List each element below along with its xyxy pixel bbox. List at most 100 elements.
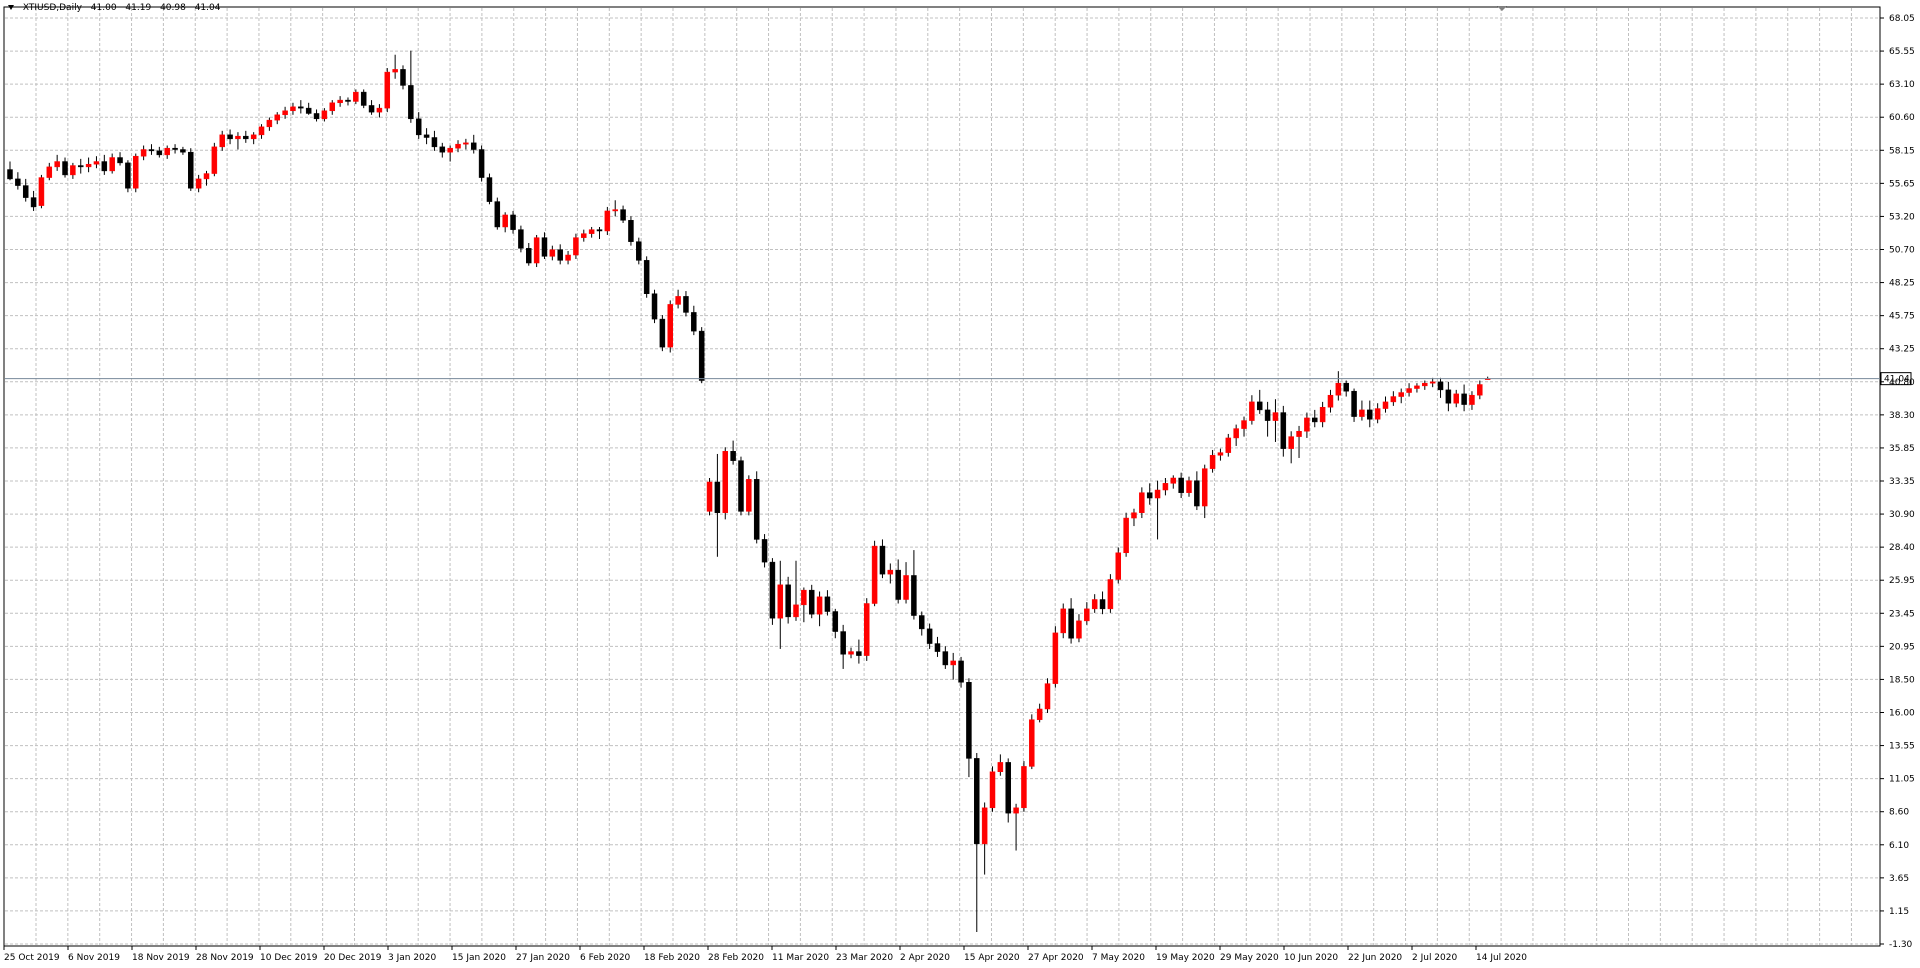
candle-body: [950, 660, 956, 666]
candle-body: [604, 210, 611, 232]
time-axis[interactable]: 25 Oct 2019 6 Nov 2019 18 Nov 2019 28 Nov 2…: [3, 946, 1527, 963]
y-tick-label: 18.50: [1889, 675, 1915, 685]
candle-body: [400, 69, 406, 86]
chart-menu-triangle-icon[interactable]: [8, 5, 14, 10]
candle-body: [785, 584, 791, 618]
candle-body: [250, 134, 257, 140]
candle-body: [298, 106, 304, 109]
candle-body: [887, 569, 894, 575]
price-axis[interactable]: 68.05 65.55 63.10 60.60 58.15 55.65 53.20 50.70…: [1880, 14, 1915, 950]
y-tick-label: 30.90: [1889, 510, 1915, 520]
candle-body: [730, 451, 736, 461]
candle-body: [1201, 468, 1208, 507]
candle-body: [659, 318, 666, 348]
candle-body: [431, 137, 438, 148]
candle-body: [1445, 389, 1452, 404]
candle-body: [1296, 431, 1302, 437]
candle-body: [777, 584, 784, 619]
y-tick-label: 38.30: [1889, 411, 1915, 421]
candle-body: [1154, 489, 1161, 499]
candle-body: [470, 142, 477, 150]
x-tick-label: 27 Apr 2020: [1028, 953, 1084, 963]
y-tick-label: 60.60: [1889, 113, 1915, 123]
high-value: 41.19: [125, 3, 152, 13]
candle-body: [1351, 390, 1357, 417]
candle-body: [423, 134, 430, 138]
candle-body: [235, 135, 241, 140]
candle-body: [1217, 452, 1224, 456]
candle-body: [30, 197, 37, 208]
x-tick-label: 15 Apr 2020: [964, 953, 1020, 963]
y-tick-label: 13.55: [1889, 742, 1915, 752]
candle-body: [997, 762, 1004, 773]
y-tick-label: 45.75: [1889, 312, 1915, 322]
x-tick-label: 20 Dec 2019: [324, 953, 382, 963]
candle-body: [290, 106, 296, 112]
candle-body: [793, 604, 799, 618]
y-tick-label: 65.55: [1889, 47, 1915, 57]
y-tick-label: 53.20: [1889, 212, 1915, 222]
candle-body: [1005, 762, 1011, 814]
x-tick-label: 6 Nov 2019: [68, 953, 120, 963]
candle-body: [942, 651, 949, 666]
x-tick-label: 2 Apr 2020: [900, 953, 950, 963]
chart-window[interactable]: 41.04 68.05 65.55 63.10 60.60 58.15 55.65 53.2…: [0, 0, 1920, 968]
candle-body: [840, 631, 846, 655]
candle-body: [612, 209, 618, 212]
candle-body: [337, 99, 343, 104]
candle-body: [1241, 420, 1247, 429]
candle-body: [1209, 455, 1216, 469]
candle-body: [243, 135, 249, 140]
candle-body: [156, 150, 163, 156]
candle-body: [345, 99, 351, 102]
candle-body: [1044, 683, 1051, 710]
y-tick-label: 16.00: [1889, 709, 1915, 719]
candle-body: [439, 146, 446, 153]
candle-body: [38, 177, 45, 206]
candle-body: [1390, 396, 1397, 403]
candle-body: [643, 260, 650, 294]
symbol-label: XTIUSD,Daily: [22, 3, 82, 13]
candle-body: [1029, 719, 1035, 767]
candle-body: [1414, 385, 1420, 389]
candle-body: [1319, 406, 1326, 423]
candle-body: [282, 110, 288, 116]
candle-body: [934, 643, 941, 652]
candle-body: [848, 651, 854, 655]
y-tick-label: 43.25: [1889, 345, 1915, 355]
y-tick-label: 28.40: [1889, 543, 1915, 553]
candle-body: [911, 575, 917, 616]
y-tick-label: 25.95: [1889, 576, 1915, 586]
candle-body: [1091, 599, 1098, 610]
x-tick-label: 27 Jan 2020: [516, 953, 570, 963]
candle-body: [266, 119, 273, 128]
candle-body: [133, 155, 139, 189]
candle-body: [62, 161, 68, 176]
candle-body: [738, 460, 744, 512]
low-value: 40.98: [160, 3, 186, 13]
candle-body: [1312, 417, 1318, 423]
candle-body: [408, 85, 414, 120]
candle-body: [321, 110, 328, 120]
candle-body: [974, 758, 980, 845]
plot-area[interactable]: [3, 6, 1881, 947]
y-tick-label: 3.65: [1889, 874, 1909, 884]
candle-body: [172, 147, 178, 150]
x-tick-label: 28 Nov 2019: [196, 953, 254, 963]
candle-body: [1194, 480, 1200, 507]
candle-body: [1382, 401, 1389, 409]
candlestick-chart[interactable]: 41.04 68.05 65.55 63.10 60.60 58.15 55.65 53.2…: [0, 0, 1920, 968]
candle-body: [981, 807, 988, 845]
x-tick-label: 2 Jul 2020: [1412, 953, 1457, 963]
candle-body: [1288, 436, 1294, 449]
candle-body: [573, 237, 579, 256]
candle-body: [227, 134, 233, 140]
candle-body: [706, 481, 713, 512]
candle-body: [1359, 409, 1365, 417]
x-tick-label: 10 Dec 2019: [260, 953, 318, 963]
candle-body: [636, 241, 642, 261]
candle-body: [581, 233, 587, 238]
candle-body: [463, 142, 469, 145]
candle-body: [989, 771, 996, 809]
x-tick-label: 3 Jan 2020: [388, 953, 436, 963]
